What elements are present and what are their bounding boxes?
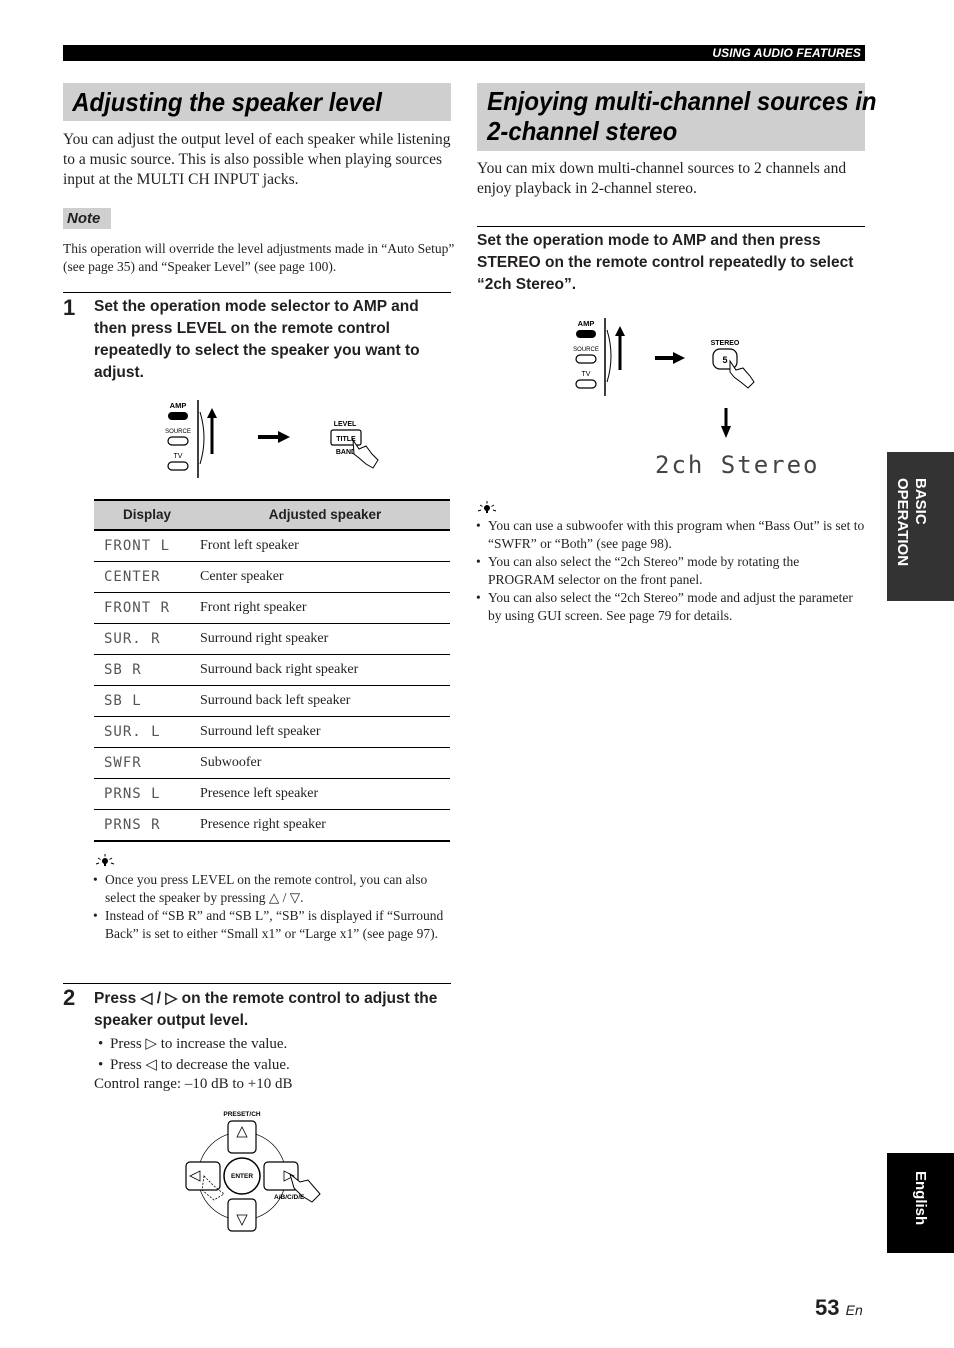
display-code: PRNS L — [94, 778, 200, 810]
left-tips-list: Once you press LEVEL on the remote contr… — [91, 871, 453, 943]
right-title-line-2: 2-channel stereo — [487, 116, 678, 146]
selector-label-tv: TV — [174, 453, 183, 460]
source-button-icon — [575, 354, 597, 364]
selector-label-source: SOURCE — [573, 347, 599, 353]
step-1-text: Set the operation mode selector to AMP a… — [94, 298, 420, 381]
col-display: Display — [94, 499, 200, 531]
language-label: English — [912, 1171, 929, 1226]
display-code: FRONT L — [94, 530, 200, 562]
section-header-label: USING AUDIO FEATURES — [712, 46, 861, 60]
display-code: PRNS R — [94, 809, 200, 842]
section-header-bar: USING AUDIO FEATURES — [63, 45, 865, 61]
selector-label-source: SOURCE — [165, 429, 191, 435]
step-2-text: Press ◁ / ▷ on the remote control to adj… — [94, 990, 438, 1029]
speaker-name: Front left speaker — [200, 530, 450, 562]
table-row: SWFR Subwoofer — [94, 747, 450, 779]
enter-label: ENTER — [231, 1173, 253, 1180]
abcde-label: A/B/C/D/E — [274, 1194, 305, 1201]
right-tips-list: You can use a subwoofer with this progra… — [474, 517, 866, 625]
display-code: CENTER — [94, 561, 200, 593]
table-row: PRNS R Presence right speaker — [94, 809, 450, 842]
stereo-button-number: 5 — [722, 355, 727, 365]
speaker-name: Presence right speaker — [200, 809, 450, 842]
left-heading-band: Adjusting the speaker level — [63, 83, 451, 121]
display-code: SUR. L — [94, 716, 200, 748]
stereo-label: STEREO — [711, 340, 740, 347]
speaker-name: Presence left speaker — [200, 778, 450, 810]
speaker-name: Surround left speaker — [200, 716, 450, 748]
source-button-icon — [167, 436, 189, 446]
side-tab-line-1: BASIC — [912, 478, 929, 525]
speaker-name: Surround back right speaker — [200, 654, 450, 686]
page-number-value: 53 — [815, 1295, 840, 1320]
speaker-table: Display Adjusted speaker FRONT L Front le… — [94, 499, 450, 842]
preset-ch-label: PRESET/CH — [223, 1111, 261, 1118]
step-2-number: 2 — [63, 985, 76, 1010]
table-row: CENTER Center speaker — [94, 561, 450, 593]
tip-item: You can also select the “2ch Stereo” mod… — [474, 553, 866, 589]
tip-item: You can use a subwoofer with this progra… — [474, 517, 866, 553]
speaker-name: Center speaker — [200, 561, 450, 593]
selector-label-amp: AMP — [578, 319, 595, 328]
step-1-illustration: AMP SOURCE TV LEVEL TITLE BAND — [165, 400, 379, 478]
display-code: SUR. R — [94, 623, 200, 655]
tip-item: Instead of “SB R” and “SB L”, “SB” is di… — [91, 907, 453, 943]
divider — [63, 983, 451, 984]
level-label: LEVEL — [334, 421, 357, 428]
amp-button-icon — [576, 330, 596, 338]
control-range: Control range: –10 dB to +10 dB — [94, 1076, 293, 1092]
display-code: SB R — [94, 654, 200, 686]
tip-lightbulb-icon — [477, 501, 497, 513]
side-tab-line-2: OPERATION — [894, 478, 911, 567]
table-row: SB L Surround back left speaker — [94, 685, 450, 717]
right-title-line-1: Enjoying multi-channel sources in — [487, 86, 877, 116]
tip-item: Once you press LEVEL on the remote contr… — [91, 871, 453, 907]
selector-label-amp: AMP — [170, 401, 187, 410]
table-row: SUR. L Surround left speaker — [94, 716, 450, 748]
speaker-name: Subwoofer — [200, 747, 450, 779]
right-heading-band: Enjoying multi-channel sources in 2-chan… — [477, 83, 877, 151]
col-adjusted-speaker: Adjusted speaker — [200, 499, 450, 531]
tip-lightbulb-icon — [95, 854, 115, 866]
step-1-number: 1 — [63, 295, 76, 320]
note-text: This operation will override the level a… — [63, 241, 455, 274]
bullet-item: Press ◁ to decrease the value. — [96, 1055, 456, 1076]
table-row: FRONT R Front right speaker — [94, 592, 450, 624]
step-2-bullets: Press ▷ to increase the value. Press ◁ t… — [96, 1034, 456, 1076]
speaker-name: Front right speaker — [200, 592, 450, 624]
right-arrow-icon — [258, 431, 290, 443]
table-row: SUR. R Surround right speaker — [94, 623, 450, 655]
tv-button-icon — [575, 379, 597, 389]
tv-button-icon — [167, 461, 189, 471]
left-intro: You can adjust the output level of each … — [63, 131, 451, 188]
table-row: FRONT L Front left speaker — [94, 530, 450, 562]
right-arrow-icon — [655, 352, 685, 364]
amp-button-icon — [168, 412, 188, 420]
divider — [63, 292, 451, 293]
left-button-icon — [185, 1161, 221, 1191]
table-header-row: Display Adjusted speaker — [94, 499, 450, 531]
display-readout: 2ch Stereo — [655, 451, 820, 479]
speaker-name: Surround right speaker — [200, 623, 450, 655]
page-lang: En — [845, 1302, 863, 1318]
band-label: BAND — [336, 449, 356, 456]
display-code: FRONT R — [94, 592, 200, 624]
page-number: 53 En — [815, 1296, 863, 1320]
side-tab-basic-operation: BASIC OPERATION — [887, 452, 954, 601]
dpad-illustration: PRESET/CH ENTER A/B/C/D/E — [185, 1111, 321, 1232]
divider — [477, 226, 865, 227]
tip-item: You can also select the “2ch Stereo” mod… — [474, 589, 866, 625]
display-code: SWFR — [94, 747, 200, 779]
selector-label-tv: TV — [582, 371, 591, 378]
left-title: Adjusting the speaker level — [72, 87, 382, 117]
note-label: Note — [63, 208, 111, 229]
speaker-name: Surround back left speaker — [200, 685, 450, 717]
table-row: PRNS L Presence left speaker — [94, 778, 450, 810]
display-code: SB L — [94, 685, 200, 717]
side-tab-language: English — [887, 1153, 954, 1253]
right-step-text: Set the operation mode to AMP and then p… — [477, 232, 854, 293]
bullet-item: Press ▷ to increase the value. — [96, 1034, 456, 1055]
table-row: SB R Surround back right speaker — [94, 654, 450, 686]
right-intro: You can mix down multi-channel sources t… — [477, 160, 847, 197]
